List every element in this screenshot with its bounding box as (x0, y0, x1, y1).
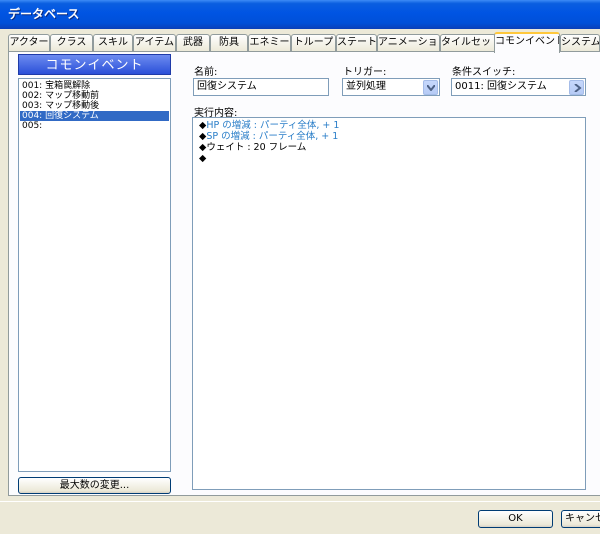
diamond-icon: ◆ (199, 153, 207, 164)
command-text: HP の増減 : パーティ全体, + 1 (206, 120, 340, 131)
command-row[interactable]: ◆ウェイト : 20 フレーム (199, 142, 585, 153)
command-text: SP の増減 : パーティ全体, + 1 (206, 131, 339, 142)
tab-strip: アクター クラス スキル アイテム 武器 防具 エネミー トループ ステート ア… (8, 32, 600, 53)
list-item[interactable]: 001: 宝箱罠解除 (20, 81, 169, 91)
command-text: ウェイト : 20 フレーム (206, 142, 307, 153)
tab-common-event[interactable]: コモンイベント (494, 32, 560, 53)
window-titlebar[interactable]: データベース (0, 0, 600, 29)
ok-button[interactable]: OK (478, 510, 553, 528)
list-header: コモンイベント (18, 54, 171, 75)
tab-skill[interactable]: スキル (93, 34, 133, 51)
tab-troop[interactable]: トループ (291, 34, 336, 51)
common-event-list[interactable]: 001: 宝箱罠解除 002: マップ移動前 003: マップ移動後 004: … (18, 78, 171, 472)
list-item[interactable]: 002: マップ移動前 (20, 91, 169, 101)
footer-divider (0, 501, 600, 502)
tab-animation[interactable]: アニメーション (377, 34, 440, 51)
event-command-list[interactable]: ◆HP の増減 : パーティ全体, + 1 ◆SP の増減 : パーティ全体, … (192, 117, 586, 490)
chevron-down-icon[interactable] (423, 80, 438, 95)
switch-label: 条件スイッチ: (452, 67, 516, 78)
command-row[interactable]: ◆SP の増減 : パーティ全体, + 1 (199, 131, 585, 142)
trigger-value: 並列処理 (346, 81, 386, 92)
tab-system[interactable]: システム (560, 34, 600, 51)
change-max-button[interactable]: 最大数の変更... (18, 477, 171, 494)
name-label: 名前: (194, 67, 218, 78)
name-input[interactable]: 回復システム (193, 78, 329, 96)
tab-tileset[interactable]: タイルセット (440, 34, 496, 51)
tab-state[interactable]: ステート (336, 34, 377, 51)
cancel-button[interactable]: キャンセル (561, 510, 600, 528)
list-item[interactable]: 003: マップ移動後 (20, 101, 169, 111)
tab-weapon[interactable]: 武器 (176, 34, 210, 51)
list-item-selected[interactable]: 004: 回復システム (20, 111, 169, 121)
tab-class[interactable]: クラス (50, 34, 93, 51)
switch-select[interactable]: 0011: 回復システム (451, 78, 586, 96)
trigger-label: トリガー: (343, 67, 387, 78)
trigger-select[interactable]: 並列処理 (342, 78, 440, 96)
tab-enemy[interactable]: エネミー (248, 34, 291, 51)
list-item[interactable]: 005: (20, 121, 169, 131)
tab-item[interactable]: アイテム (133, 34, 176, 51)
command-row[interactable]: ◆HP の増減 : パーティ全体, + 1 (199, 120, 585, 131)
chevron-right-icon[interactable] (569, 80, 584, 95)
command-row[interactable]: ◆ (199, 153, 585, 164)
tab-armor[interactable]: 防具 (210, 34, 248, 51)
window-title: データベース (8, 7, 80, 21)
switch-value: 0011: 回復システム (455, 81, 547, 92)
tab-actor[interactable]: アクター (8, 34, 50, 51)
